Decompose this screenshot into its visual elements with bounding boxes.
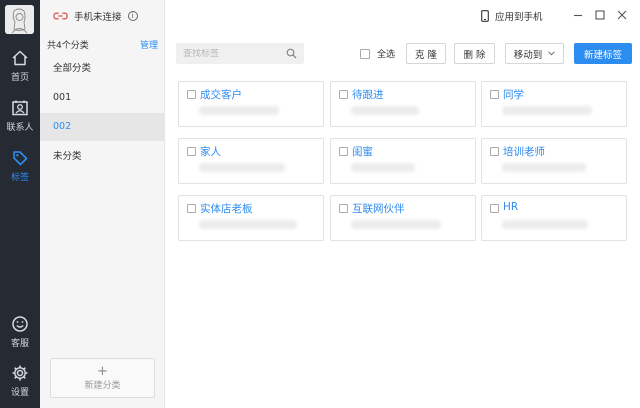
maximize-icon xyxy=(595,10,605,20)
tag-icon xyxy=(13,151,28,166)
tag-checkbox[interactable] xyxy=(490,204,499,213)
new-tag-button[interactable]: 新建标签 xyxy=(574,43,632,64)
tag-checkbox[interactable] xyxy=(187,147,196,156)
blurred-member-preview xyxy=(502,220,588,229)
smiley-icon xyxy=(12,316,28,332)
category-count: 共4个分类 xyxy=(47,41,89,51)
tag-checkbox[interactable] xyxy=(339,147,348,156)
blurred-member-preview xyxy=(351,106,419,115)
info-icon[interactable]: i xyxy=(127,11,138,21)
tag-name: 家人 xyxy=(200,146,221,158)
tag-checkbox[interactable] xyxy=(490,90,499,99)
chevron-down-icon xyxy=(548,51,556,56)
apply-to-phone-label: 应用到手机 xyxy=(495,12,543,23)
gear-icon xyxy=(12,365,28,381)
delete-button[interactable]: 删 除 xyxy=(454,43,495,64)
tag-search-input[interactable] xyxy=(183,48,283,59)
tag-name: 同学 xyxy=(503,89,524,101)
minimize-button[interactable] xyxy=(571,8,585,22)
close-icon xyxy=(617,10,627,20)
tag-card-hr[interactable]: HR xyxy=(481,195,627,241)
nav-item-home[interactable]: 首页 xyxy=(0,45,40,89)
search-icon[interactable] xyxy=(286,48,297,59)
tag-card-classmate[interactable]: 同学 xyxy=(481,81,627,127)
category-item-002[interactable]: 002 xyxy=(40,113,165,141)
tag-checkbox[interactable] xyxy=(187,204,196,213)
manage-link[interactable]: 管理 xyxy=(140,38,158,51)
tag-checkbox[interactable] xyxy=(187,90,196,99)
category-item-all[interactable]: 全部分类 xyxy=(40,55,165,83)
blurred-member-preview xyxy=(199,106,279,115)
select-all[interactable]: 全选 xyxy=(360,47,395,60)
avatar-icon xyxy=(5,5,34,34)
tag-name: 闺蜜 xyxy=(352,146,373,158)
nav-label-settings: 设置 xyxy=(10,388,29,398)
nav-item-settings[interactable]: 设置 xyxy=(0,360,40,404)
nav-item-tags[interactable]: 标签 xyxy=(0,145,40,189)
select-all-checkbox[interactable] xyxy=(360,48,370,59)
tag-card-family[interactable]: 家人 xyxy=(178,138,324,184)
nav-label-tags: 标签 xyxy=(10,173,29,183)
phone-icon xyxy=(481,10,489,22)
tag-checkbox[interactable] xyxy=(490,147,499,156)
tag-name: 待跟进 xyxy=(352,89,384,101)
move-to-button[interactable]: 移动到 xyxy=(505,43,564,64)
blurred-member-preview xyxy=(502,106,592,115)
tag-name: 培训老师 xyxy=(503,146,545,158)
nav-item-service[interactable]: 客服 xyxy=(0,311,40,355)
nav-label-service: 客服 xyxy=(10,339,29,349)
nav-label-contacts: 联系人 xyxy=(6,123,34,133)
home-icon xyxy=(12,50,28,66)
tag-card-store-owner[interactable]: 实体店老板 xyxy=(178,195,324,241)
link-broken-icon xyxy=(53,12,68,20)
tag-search xyxy=(176,43,304,64)
blurred-member-preview xyxy=(351,220,441,229)
tag-name: HR xyxy=(503,201,519,213)
left-nav: 首页 联系人 标签 客服 设置 xyxy=(0,0,40,408)
blurred-member-preview xyxy=(199,220,297,229)
tag-card-bestie[interactable]: 闺蜜 xyxy=(330,138,476,184)
tag-card-trainer[interactable]: 培训老师 xyxy=(481,138,627,184)
minimize-icon xyxy=(574,14,582,17)
tag-name: 互联网伙伴 xyxy=(352,203,405,215)
category-header: 共4个分类 管理 xyxy=(47,38,158,51)
user-avatar[interactable] xyxy=(5,5,34,34)
apply-to-phone-button[interactable]: 应用到手机 xyxy=(481,9,543,23)
category-panel: 共4个分类 管理 全部分类 001 002 未分类 + 新建分类 xyxy=(40,0,165,408)
tag-card-deal-customer[interactable]: 成交客户 xyxy=(178,81,324,127)
tag-card-internet-partner[interactable]: 互联网伙伴 xyxy=(330,195,476,241)
new-category-button[interactable]: + 新建分类 xyxy=(50,358,155,398)
category-item-001[interactable]: 001 xyxy=(40,84,165,112)
tag-name: 实体店老板 xyxy=(200,203,253,215)
new-category-label: 新建分类 xyxy=(84,380,121,391)
tag-card-follow-up[interactable]: 待跟进 xyxy=(330,81,476,127)
blurred-member-preview xyxy=(502,163,586,172)
top-bar: 手机未连接 i 应用到手机 xyxy=(40,0,640,32)
blurred-member-preview xyxy=(351,163,415,172)
tag-checkbox[interactable] xyxy=(339,90,348,99)
connection-status: 手机未连接 i xyxy=(53,9,138,23)
clone-button[interactable]: 克 隆 xyxy=(406,43,446,64)
move-to-label: 移动到 xyxy=(513,49,543,61)
category-item-uncategorized[interactable]: 未分类 xyxy=(40,143,165,171)
select-all-label: 全选 xyxy=(377,50,396,60)
nav-label-home: 首页 xyxy=(10,73,29,83)
connection-status-text: 手机未连接 xyxy=(74,12,122,23)
blurred-member-preview xyxy=(199,163,285,172)
tag-name: 成交客户 xyxy=(200,89,242,101)
nav-item-contacts[interactable]: 联系人 xyxy=(0,95,40,139)
contacts-icon xyxy=(12,100,28,116)
maximize-button[interactable] xyxy=(593,8,607,22)
plus-icon: + xyxy=(97,363,108,379)
tag-checkbox[interactable] xyxy=(339,204,348,213)
close-button[interactable] xyxy=(615,8,629,22)
